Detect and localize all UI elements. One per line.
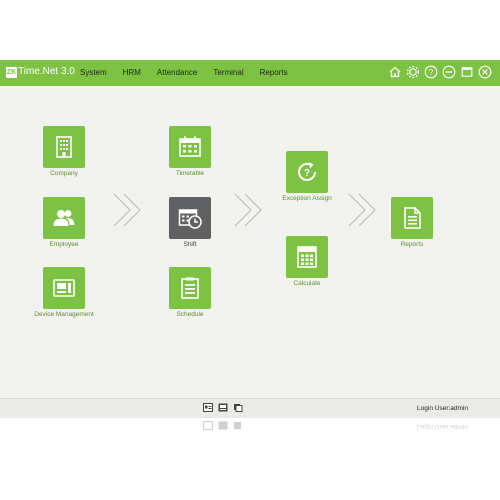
checklist-icon — [181, 277, 199, 299]
app-title: Time.Net 3.0 — [18, 66, 75, 77]
reflection-login-user: Login User:admin — [417, 423, 468, 430]
settings-icon[interactable] — [406, 65, 420, 79]
menu-attendance[interactable]: Attendance — [157, 68, 197, 77]
calculator-icon — [297, 246, 317, 268]
database-icon[interactable] — [233, 403, 243, 412]
device-status-icon — [218, 421, 228, 430]
main-menu: System HRM Attendance Terminal Reports — [80, 68, 304, 77]
svg-text:?: ? — [304, 168, 310, 179]
status-bar: Login User:admin — [0, 398, 500, 418]
workspace: Company Employee Device Management Timet… — [0, 86, 500, 398]
reports-label: Reports — [400, 241, 424, 248]
id-card-icon — [203, 421, 213, 430]
schedule-tile[interactable] — [169, 267, 211, 309]
calculate-tile[interactable] — [286, 236, 328, 278]
device-management-label: Device Management — [34, 311, 94, 318]
shift-label: Shift — [183, 241, 197, 248]
help-icon[interactable]: ? — [424, 65, 438, 79]
exception-assign-label: Exception Assign — [282, 195, 332, 202]
employee-label: Employee — [49, 241, 79, 248]
device-icon — [53, 279, 75, 297]
menu-reports[interactable]: Reports — [260, 68, 288, 77]
company-tile[interactable] — [43, 126, 85, 168]
shift-tile[interactable] — [169, 197, 211, 239]
menu-terminal[interactable]: Terminal — [213, 68, 243, 77]
title-bar: ZK Time.Net 3.0 System HRM Attendance Te… — [0, 60, 500, 86]
database-icon — [234, 422, 241, 429]
status-icons — [203, 403, 243, 412]
id-card-icon[interactable] — [203, 403, 213, 412]
document-icon — [404, 207, 421, 229]
employee-tile[interactable] — [43, 197, 85, 239]
maximize-icon[interactable] — [460, 65, 474, 79]
timetable-label: Timetable — [175, 170, 205, 177]
calendar-icon — [179, 136, 201, 157]
close-icon[interactable] — [478, 65, 492, 79]
reports-tile[interactable] — [391, 197, 433, 239]
reflection-icons — [203, 421, 243, 430]
menu-hrm[interactable]: HRM — [123, 68, 141, 77]
app-logo: ZK — [6, 67, 17, 78]
device-management-tile[interactable] — [43, 267, 85, 309]
login-user-status: Login User:admin — [417, 405, 468, 412]
exception-assign-tile[interactable]: ? — [286, 151, 328, 193]
window-reflection: Login User:admin — [0, 418, 500, 432]
timetable-tile[interactable] — [169, 126, 211, 168]
refresh-question-icon: ? — [298, 162, 316, 181]
flow-arrow-icon — [112, 192, 146, 228]
building-icon — [56, 136, 72, 158]
svg-text:?: ? — [429, 68, 434, 77]
flow-arrow-icon — [233, 192, 267, 228]
home-icon[interactable] — [388, 65, 402, 79]
minimize-icon[interactable] — [442, 65, 456, 79]
menu-system[interactable]: System — [80, 68, 107, 77]
calendar-clock-icon — [178, 209, 202, 229]
flow-arrow-icon — [347, 192, 381, 228]
users-icon — [53, 210, 75, 226]
app-window: ZK Time.Net 3.0 System HRM Attendance Te… — [0, 60, 500, 418]
window-controls: ? — [388, 65, 492, 79]
calculate-label: Calculate — [293, 280, 321, 287]
company-label: Company — [50, 170, 78, 177]
device-status-icon[interactable] — [218, 403, 228, 412]
schedule-label: Schedule — [176, 311, 204, 318]
